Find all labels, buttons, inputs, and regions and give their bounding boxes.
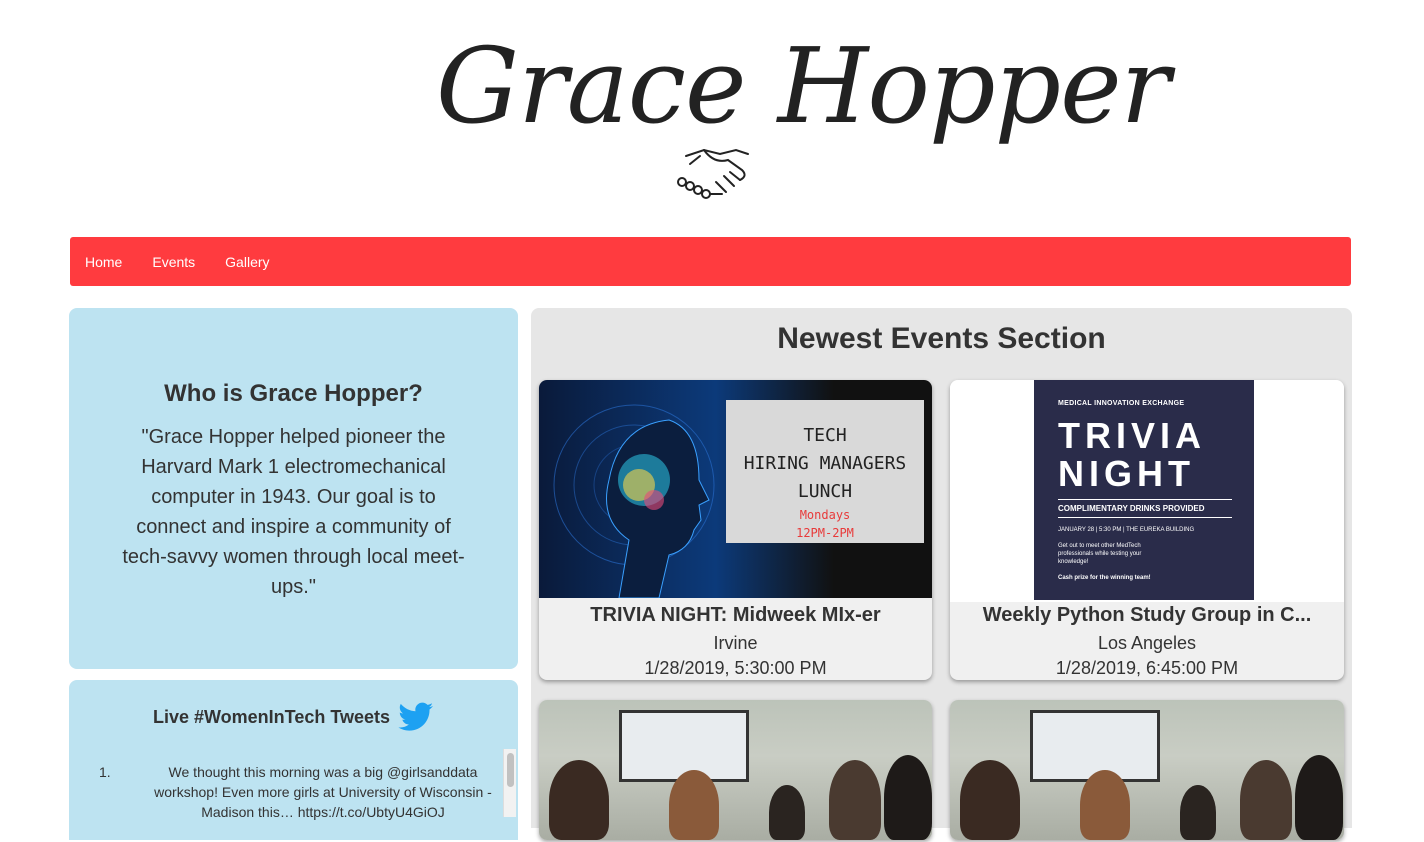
site-header: Grace Hopper: [0, 0, 1424, 237]
flyer-desc: Get out to meet other MedTech profession…: [1058, 543, 1142, 565]
nav-home-link[interactable]: Home: [85, 254, 122, 270]
twitter-bird-icon: [398, 702, 434, 731]
brain-illustration: [553, 404, 715, 598]
event-photo-image: [950, 700, 1344, 840]
flyer-sub: COMPLIMENTARY DRINKS PROVIDED: [1058, 499, 1232, 518]
event-flyer-image: MEDICAL INNOVATION EXCHANGE TRIVIA NIGHT…: [950, 380, 1344, 602]
event-card[interactable]: [950, 700, 1344, 840]
tweet-number: 1.: [99, 764, 111, 780]
photo-person: [549, 760, 609, 840]
event-flyer-image: TECH HIRING MANAGERS LUNCH Mondays 12PM-…: [539, 380, 932, 598]
site-logo-text[interactable]: Grace Hopper: [436, 16, 1170, 156]
photo-person: [769, 785, 805, 840]
photo-person: [1180, 785, 1216, 840]
flyer-line: TECH: [803, 425, 847, 446]
trivia-flyer: MEDICAL INNOVATION EXCHANGE TRIVIA NIGHT…: [1034, 380, 1254, 600]
event-card[interactable]: MEDICAL INNOVATION EXCHANGE TRIVIA NIGHT…: [950, 380, 1344, 680]
photo-screen: [619, 710, 749, 782]
flyer-day: Mondays: [799, 508, 851, 522]
photo-person: [884, 755, 932, 840]
tweets-scrollbar[interactable]: [503, 749, 516, 817]
flyer-line: LUNCH: [797, 481, 853, 502]
about-heading: Who is Grace Hopper?: [164, 380, 423, 407]
event-location: Los Angeles: [1097, 633, 1197, 653]
flyer-detail: JANUARY 28 | 5:30 PM | THE EUREKA BUILDI…: [1058, 527, 1195, 533]
flyer-prize: Cash prize for the winning team!: [1058, 575, 1151, 581]
event-photo-image: [539, 700, 932, 840]
tweets-title: Live #WomenInTech Tweets: [152, 706, 391, 727]
photo-screen: [1030, 710, 1160, 782]
tweet-list[interactable]: 1. We thought this morning was a big @gi…: [99, 762, 509, 842]
event-date: 1/28/2019, 5:30:00 PM: [644, 658, 827, 678]
photo-person: [1080, 770, 1130, 840]
tweets-card: Live #WomenInTech Tweets 1. We thought t…: [69, 680, 518, 840]
photo-person: [1240, 760, 1292, 840]
list-item: 1. We thought this morning was a big @gi…: [99, 762, 509, 822]
event-date: 1/28/2019, 6:45:00 PM: [1055, 658, 1239, 678]
scrollbar-thumb[interactable]: [507, 753, 514, 787]
handshake-icon: [677, 148, 749, 199]
event-location: Irvine: [713, 633, 758, 653]
event-card[interactable]: TECH HIRING MANAGERS LUNCH Mondays 12PM-…: [539, 380, 932, 680]
events-section: Newest Events Section TECH HIRING MANAGE…: [531, 308, 1352, 840]
event-card[interactable]: [539, 700, 932, 840]
photo-person: [669, 770, 719, 840]
flyer-line: HIRING MANAGERS: [743, 453, 907, 474]
flyer-top: MEDICAL INNOVATION EXCHANGE: [1058, 400, 1185, 407]
tweet-text[interactable]: We thought this morning was a big @girls…: [137, 762, 509, 822]
tech-flyer-box: TECH HIRING MANAGERS LUNCH Mondays 12PM-…: [726, 400, 924, 543]
about-body: "Grace Hopper helped pioneer the Harvard…: [122, 426, 465, 598]
nav-gallery-link[interactable]: Gallery: [225, 254, 269, 270]
about-card: Who is Grace Hopper? "Grace Hopper helpe…: [69, 308, 518, 669]
events-heading: Newest Events Section: [777, 322, 1106, 355]
main-navbar: Home Events Gallery: [70, 237, 1351, 286]
photo-person: [1295, 755, 1343, 840]
flyer-big: NIGHT: [1058, 453, 1195, 494]
photo-person: [829, 760, 881, 840]
nav-events-link[interactable]: Events: [152, 254, 195, 270]
flyer-time: 12PM-2PM: [796, 526, 854, 540]
tweets-title-row: Live #WomenInTech Tweets: [69, 702, 518, 732]
event-title[interactable]: Weekly Python Study Group in C...: [950, 604, 1344, 627]
event-title[interactable]: TRIVIA NIGHT: Midweek MIx-er: [539, 604, 932, 627]
photo-person: [960, 760, 1020, 840]
flyer-big: TRIVIA: [1058, 415, 1207, 456]
